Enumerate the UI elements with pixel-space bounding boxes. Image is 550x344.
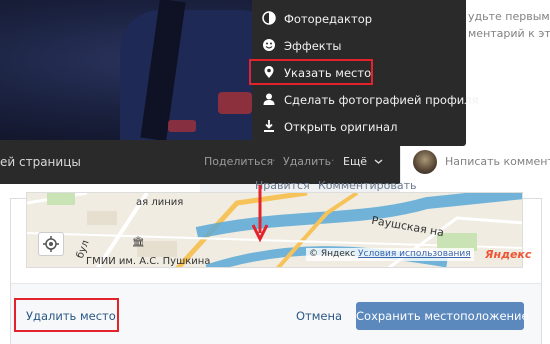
menu-item-label: Эффекты [284,39,342,53]
geolocate-button[interactable] [38,232,64,256]
separator: · [272,154,276,167]
photo-action-bar: ей страницы Поделиться · Удалить · Ещё [0,140,400,184]
comment-button[interactable]: Комментировать [318,179,416,192]
album-label: ей страницы [0,155,81,169]
menu-item-label: Фоторедактор [284,12,373,26]
photo-detail [218,92,252,114]
comments-empty-text: удьте первым, кто [468,10,550,23]
map-label: ая линия [136,197,184,208]
cancel-button[interactable]: Отмена [296,309,342,323]
comment-composer: Написать комментар [400,140,550,184]
save-location-label: Сохранить местоположение [356,309,529,323]
separator: · [331,154,335,167]
menu-item-label: Открыть оригинал [284,120,398,134]
save-location-button[interactable]: Сохранить местоположение [356,302,529,330]
delete-location-button[interactable]: Удалить место [14,298,119,332]
more-button[interactable]: Ещё [343,155,383,168]
photo-detail [168,120,196,132]
photo-editor-icon [262,11,276,25]
delete-button[interactable]: Удалить [283,155,331,168]
chevron-down-icon [374,159,383,164]
menu-item-open-original[interactable]: Открыть оригинал [252,114,466,141]
menu-item-label: Сделать фотографией профиля [284,93,479,107]
comment-input[interactable]: Написать комментар [445,155,550,168]
crosshair-icon [43,236,59,252]
highlight-box [249,59,373,85]
annotation-arrow [252,185,268,243]
menu-item-effects[interactable]: Эффекты [252,33,466,60]
profile-icon [263,93,275,105]
museum-icon: 🏛 [132,237,145,248]
avatar [413,150,437,174]
more-label: Ещё [343,155,368,168]
map-attribution: © Яндекс Условия использования [306,248,474,261]
terms-link[interactable]: Условия использования [358,249,471,259]
comments-panel: удьте первым, кто ментарий к этой с [466,0,550,140]
copyright-text: © Яндекс [309,249,356,259]
effects-icon [263,39,275,51]
comments-empty-text: ментарий к этой с [468,27,550,40]
download-icon [264,120,274,132]
menu-item-photo-editor[interactable]: Фоторедактор [252,6,466,33]
menu-item-set-profile-photo[interactable]: Сделать фотографией профиля [252,87,479,114]
share-button[interactable]: Поделиться [204,155,273,168]
map-label: ГМИИ им. А.С. Пушкина [86,256,211,267]
yandex-logo: Яндекс [485,248,532,261]
delete-location-label: Удалить место [26,309,116,323]
